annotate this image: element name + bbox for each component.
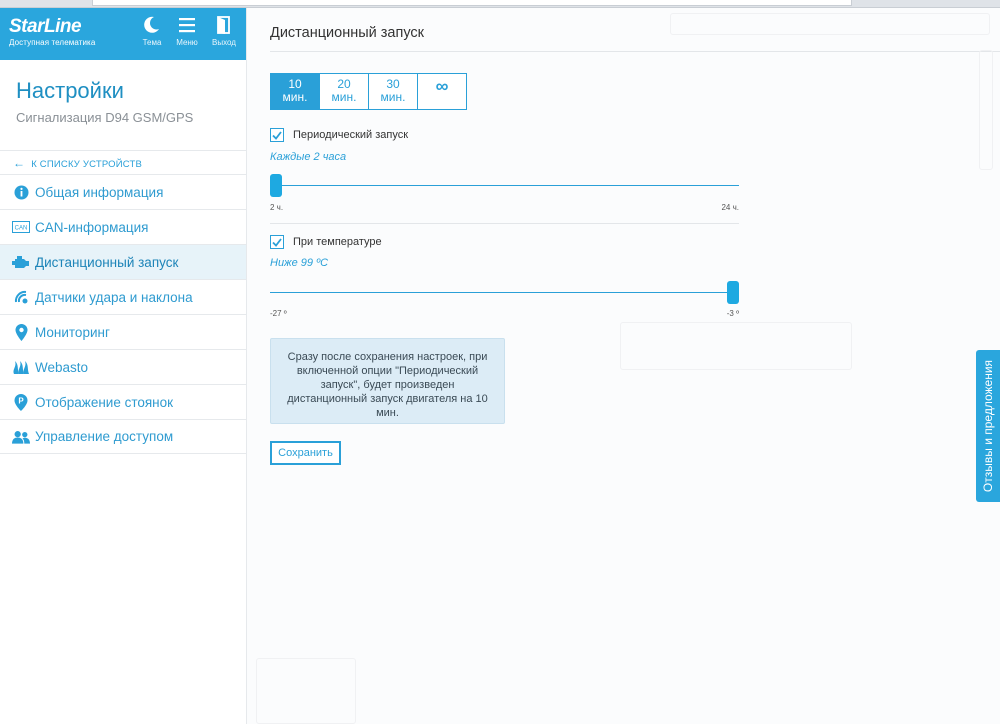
duration-tab-30[interactable]: 30 мин.: [368, 73, 418, 110]
brand-tagline: Доступная телематика: [9, 38, 96, 47]
door-exit-icon: [217, 16, 230, 34]
sidebar-item-shock-sensors[interactable]: Датчики удара и наклона: [0, 279, 246, 314]
slider-max-label: 24 ч.: [721, 203, 739, 212]
users-icon: [12, 428, 30, 446]
menu-button[interactable]: Меню: [170, 16, 204, 47]
sidebar-item-parking-display[interactable]: P Отображение стоянок: [0, 384, 246, 419]
slider-thumb[interactable]: [727, 281, 739, 304]
device-name: Сигнализация D94 GSM/GPS: [16, 110, 194, 125]
heater-icon: [12, 358, 30, 376]
infinity-icon: ∞: [435, 76, 449, 96]
sidebar-item-monitoring[interactable]: Мониторинг: [0, 314, 246, 349]
periodic-start-row: Периодический запуск: [270, 128, 408, 142]
top-bar: StarLine Доступная телематика Тема Меню …: [0, 8, 246, 60]
temperature-threshold-note: Ниже 99 ºC: [270, 257, 329, 269]
slider-min-label: 2 ч.: [270, 203, 284, 212]
title-divider: [270, 51, 1000, 52]
sidebar-item-general-info[interactable]: Общая информация: [0, 174, 246, 209]
main-panel: Дистанционный запуск 10 мин. 20 мин. 30 …: [248, 8, 1000, 724]
back-link-label: К СПИСКУ УСТРОЙСТВ: [31, 159, 143, 170]
faded-map-thumbnail: [256, 658, 356, 724]
sidebar-item-remote-start[interactable]: Дистанционный запуск: [0, 244, 246, 279]
checkmark-icon: [272, 237, 282, 247]
sidebar-item-label: Датчики удара и наклона: [35, 289, 193, 305]
faded-map-popup: [620, 322, 852, 370]
logo[interactable]: StarLine Доступная телематика: [9, 16, 96, 47]
duration-unit: мин.: [282, 90, 308, 104]
can-icon: CAN: [12, 218, 30, 236]
temperature-row: При температуре: [270, 235, 382, 249]
info-icon: [12, 183, 30, 201]
temperature-checkbox[interactable]: [270, 235, 284, 249]
parking-icon: P: [12, 393, 30, 411]
svg-text:CAN: CAN: [15, 226, 28, 232]
slider-track: [270, 292, 739, 293]
engine-icon: [12, 253, 30, 271]
duration-unit: мин.: [331, 90, 357, 104]
sidebar-item-access-control[interactable]: Управление доступом: [0, 419, 246, 454]
sidebar-item-label: Отображение стоянок: [35, 394, 174, 410]
sidebar-item-label: Мониторинг: [35, 324, 110, 340]
section-divider: [270, 223, 739, 224]
faded-map-toolbar: [670, 13, 990, 35]
location-pin-icon: [12, 323, 30, 341]
hamburger-icon: [179, 18, 195, 33]
svg-text:P: P: [18, 396, 24, 405]
info-message: Сразу после сохранения настроек, при вкл…: [270, 338, 505, 424]
feedback-label: Отзывы и предложения: [981, 359, 995, 493]
slider-max-label: -3 º: [726, 309, 739, 318]
address-bar[interactable]: [92, 0, 852, 6]
sidebar-item-can-info[interactable]: CAN CAN-информация: [0, 209, 246, 244]
slider-thumb[interactable]: [270, 174, 282, 197]
slider-min-label: -27 º: [270, 309, 287, 318]
duration-tab-20[interactable]: 20 мин.: [319, 73, 369, 110]
exit-button[interactable]: Выход: [207, 16, 241, 47]
duration-tab-10[interactable]: 10 мин.: [270, 73, 320, 110]
section-title: Дистанционный запуск: [270, 25, 424, 41]
shock-sensor-icon: [12, 288, 30, 306]
exit-label: Выход: [212, 38, 236, 47]
duration-selector: 10 мин. 20 мин. 30 мин. ∞: [270, 73, 467, 110]
brand-name: StarLine: [9, 16, 82, 37]
sidebar-item-label: Webasto: [35, 359, 89, 375]
map-zoom-control[interactable]: [979, 50, 993, 170]
sidebar-item-label: Управление доступом: [35, 429, 174, 444]
sidebar-item-webasto[interactable]: Webasto: [0, 349, 246, 384]
arrow-left-icon: ←: [13, 156, 26, 170]
settings-header: Настройки Сигнализация D94 GSM/GPS: [0, 60, 246, 150]
periodic-interval-slider[interactable]: 2 ч. 24 ч.: [270, 174, 739, 218]
sidebar-item-label: Дистанционный запуск: [35, 254, 179, 270]
periodic-start-label: Периодический запуск: [293, 129, 409, 141]
theme-label: Тема: [142, 38, 162, 47]
feedback-tab[interactable]: Отзывы и предложения: [976, 350, 1000, 502]
menu-label: Меню: [176, 38, 198, 47]
save-button[interactable]: Сохранить: [270, 441, 341, 465]
browser-toolbar: [0, 0, 1000, 8]
periodic-interval-note: Каждые 2 часа: [270, 151, 347, 163]
sidebar-item-label: CAN-информация: [35, 219, 149, 235]
moon-icon: [144, 16, 159, 33]
sidebar-item-label: Общая информация: [35, 184, 164, 200]
duration-unit: мин.: [380, 90, 406, 104]
checkmark-icon: [272, 130, 282, 140]
temperature-label: При температуре: [293, 236, 382, 248]
theme-button[interactable]: Тема: [135, 16, 169, 47]
page-title: Настройки: [16, 78, 124, 103]
slider-track: [270, 185, 739, 186]
sidebar: StarLine Доступная телематика Тема Меню …: [0, 8, 247, 724]
back-to-devices-link[interactable]: ← К СПИСКУ УСТРОЙСТВ: [0, 150, 246, 174]
temperature-slider[interactable]: -27 º -3 º: [270, 281, 739, 325]
periodic-start-checkbox[interactable]: [270, 128, 284, 142]
duration-tab-infinite[interactable]: ∞: [417, 73, 467, 110]
